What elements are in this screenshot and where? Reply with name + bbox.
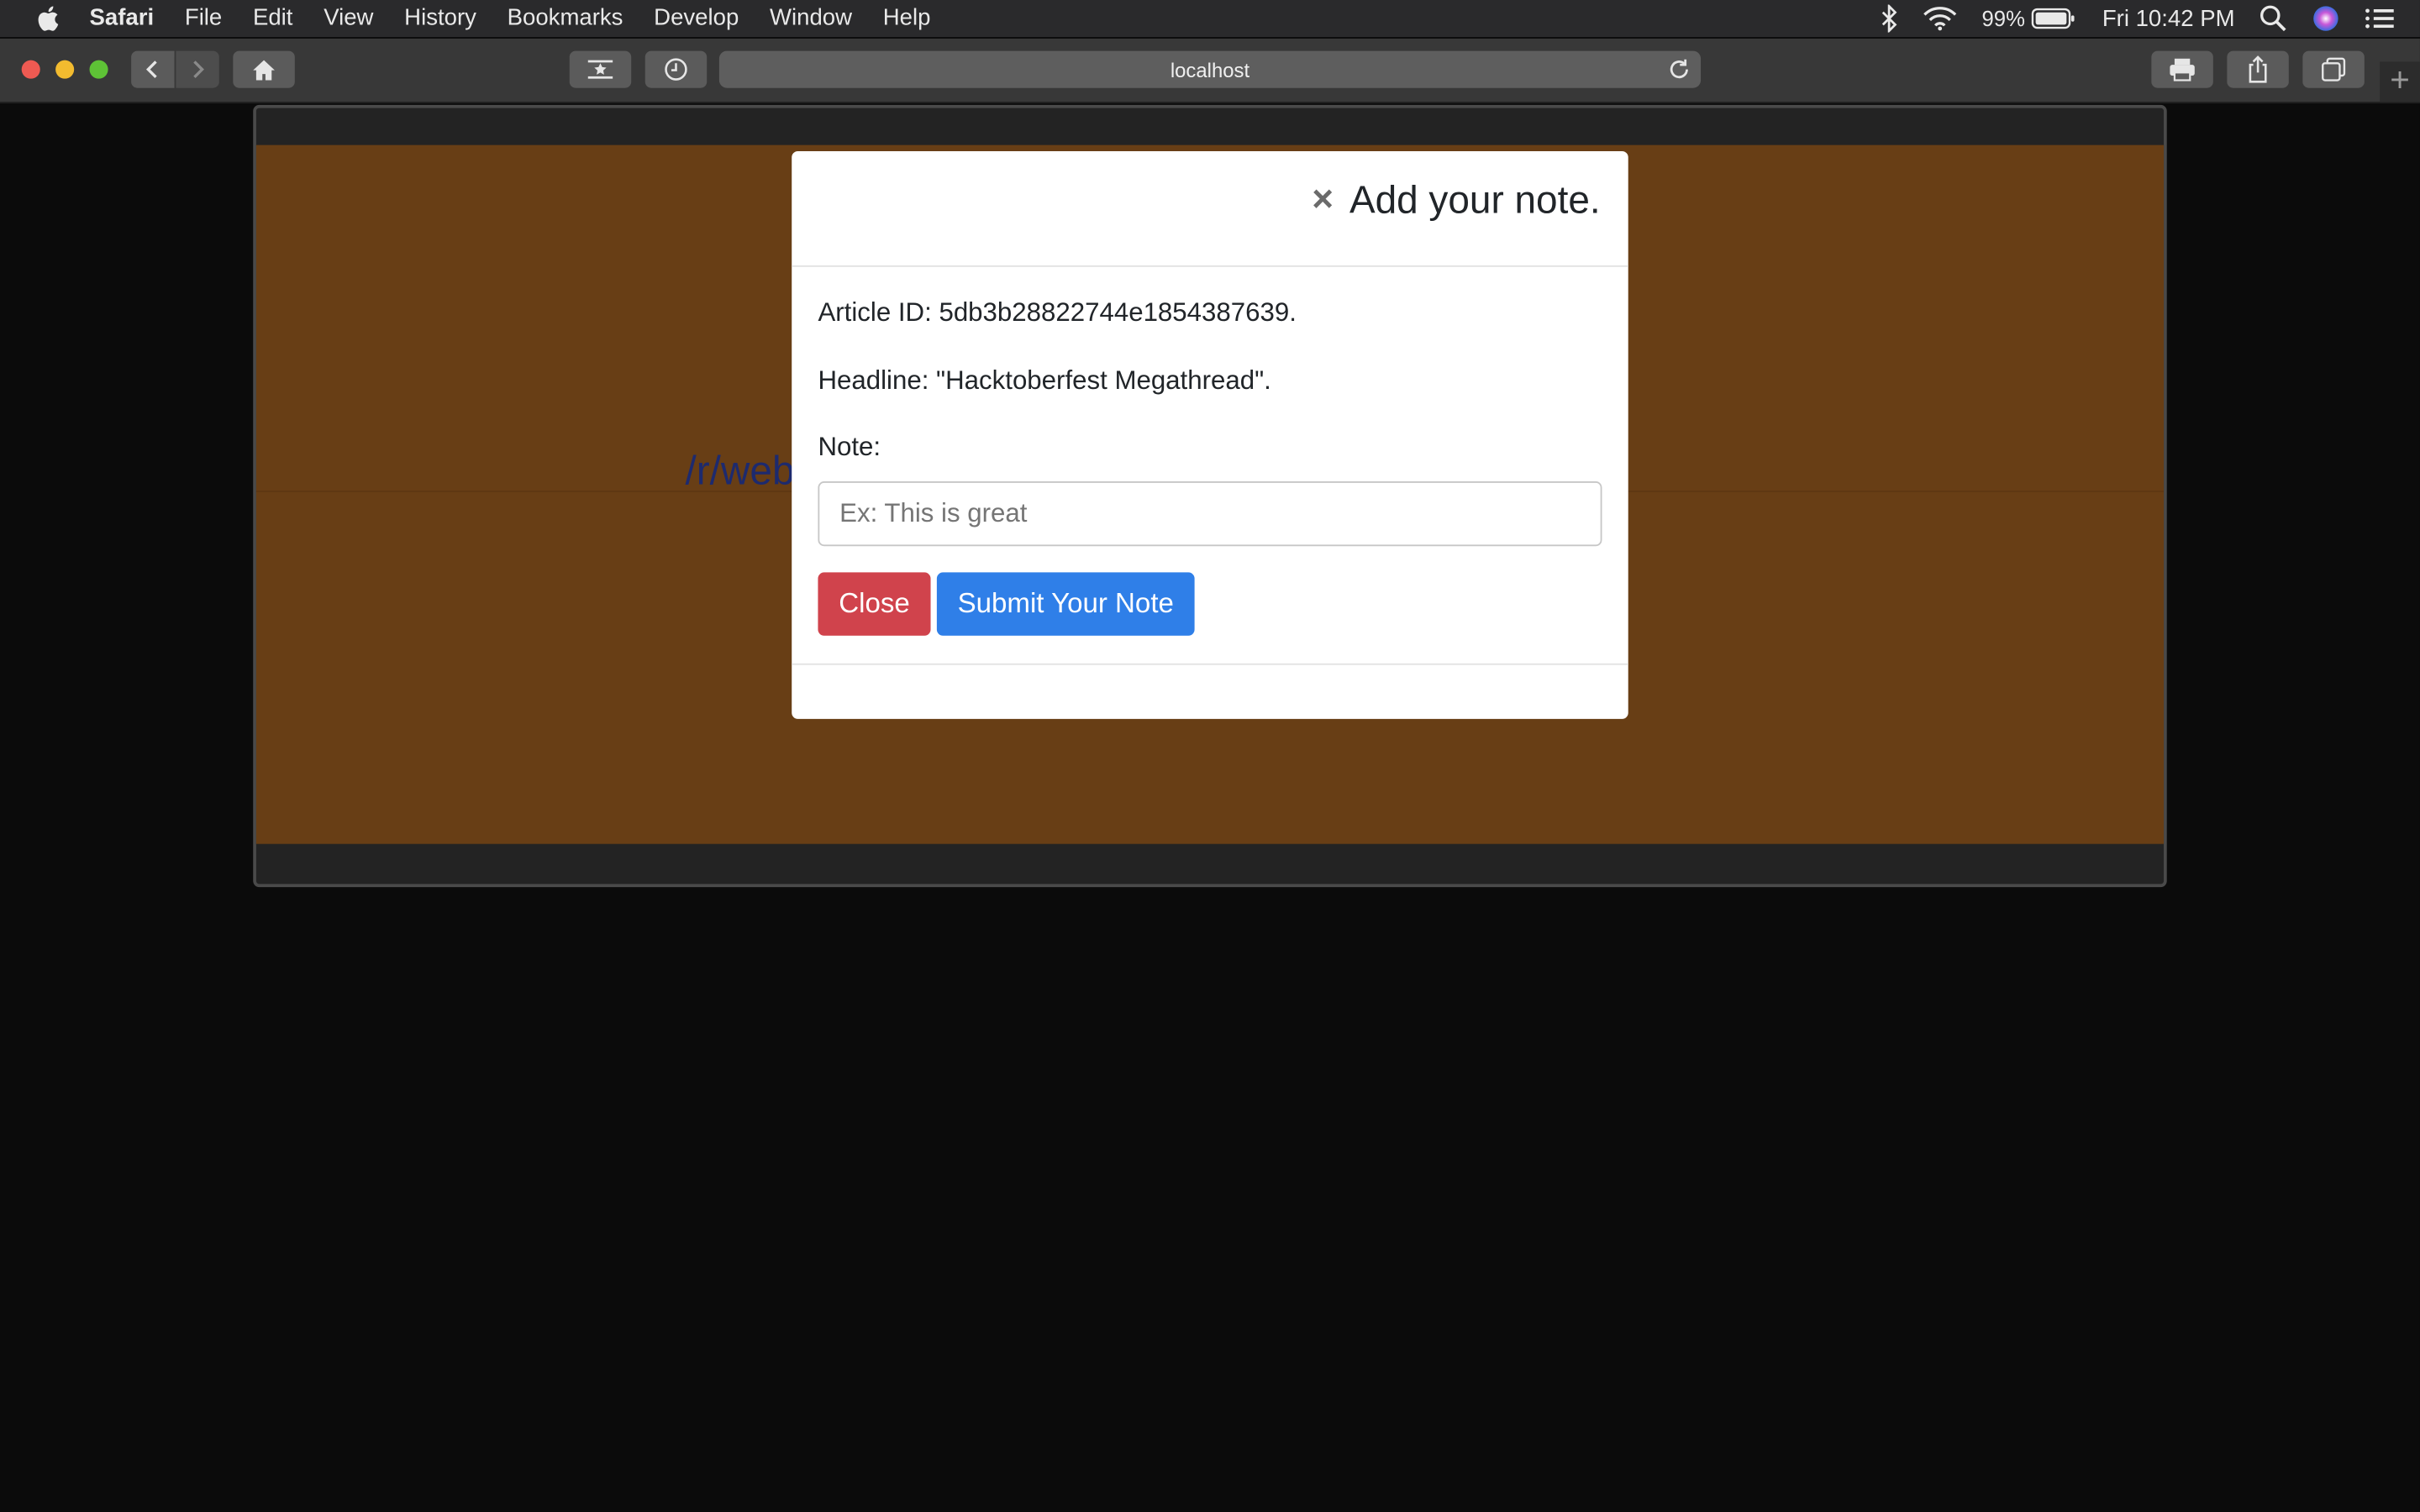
tab-overview-button[interactable] bbox=[2302, 50, 2365, 88]
clock-icon bbox=[665, 58, 687, 81]
back-button[interactable] bbox=[131, 50, 175, 88]
status-area: 99% Fri 10:42 PM bbox=[1880, 0, 2420, 37]
article-id-text: Article ID: 5db3b28822744e1854387639. bbox=[818, 297, 1297, 328]
menu-view[interactable]: View bbox=[324, 0, 373, 37]
share-icon bbox=[2249, 55, 2267, 83]
show-sidebar-button[interactable] bbox=[569, 50, 632, 88]
siri-icon[interactable] bbox=[2312, 5, 2339, 33]
modal-header: × Add your note. bbox=[792, 151, 1628, 267]
printer-icon bbox=[2170, 58, 2195, 81]
address-bar[interactable]: localhost bbox=[718, 50, 1702, 88]
battery-percent: 99% bbox=[1981, 6, 2025, 31]
notification-center-icon[interactable] bbox=[2365, 6, 2396, 30]
menu-help[interactable]: Help bbox=[883, 0, 931, 37]
home-icon bbox=[253, 59, 275, 80]
web-content: /r/webdev: Hacktoberfest Megathread/ × A… bbox=[0, 104, 2420, 1512]
chevron-left-icon bbox=[145, 60, 157, 79]
spotlight-search-icon[interactable] bbox=[2260, 5, 2287, 33]
home-button[interactable] bbox=[233, 50, 295, 88]
menu-history[interactable]: History bbox=[404, 0, 476, 37]
clock[interactable]: Fri 10:42 PM bbox=[2102, 5, 2235, 31]
submit-note-button[interactable]: Submit Your Note bbox=[936, 572, 1195, 636]
apple-icon[interactable] bbox=[34, 3, 65, 34]
share-button[interactable] bbox=[2227, 50, 2289, 88]
print-button[interactable] bbox=[2151, 50, 2213, 88]
bookmarks-sidebar-icon bbox=[587, 60, 613, 79]
bluetooth-icon[interactable] bbox=[1880, 4, 1898, 33]
menu-develop[interactable]: Develop bbox=[654, 0, 739, 37]
modal-footer-divider bbox=[792, 663, 1628, 665]
battery-icon[interactable] bbox=[2031, 8, 2077, 29]
add-note-modal: × Add your note. Article ID: 5db3b288227… bbox=[792, 150, 1628, 719]
tabs-icon bbox=[2322, 57, 2346, 81]
history-button[interactable] bbox=[644, 50, 708, 88]
note-input[interactable] bbox=[818, 481, 1602, 547]
reload-icon[interactable] bbox=[1667, 57, 1691, 81]
new-tab-button[interactable]: + bbox=[2380, 61, 2420, 102]
browser-toolbar: localhost bbox=[0, 38, 2420, 104]
menu-bookmarks[interactable]: Bookmarks bbox=[508, 0, 623, 37]
modal-close-icon[interactable]: × bbox=[1312, 181, 1336, 219]
menu-edit[interactable]: Edit bbox=[253, 0, 292, 37]
chevron-right-icon bbox=[193, 60, 204, 79]
wifi-icon[interactable] bbox=[1923, 6, 1957, 31]
fullscreen-window-button[interactable] bbox=[89, 60, 108, 79]
url-text: localhost bbox=[1170, 57, 1250, 81]
forward-button[interactable] bbox=[176, 50, 219, 88]
screen: Safari File Edit View History Bookmarks … bbox=[0, 0, 2420, 1512]
minimize-window-button[interactable] bbox=[55, 60, 75, 79]
note-label: Note: bbox=[818, 432, 881, 462]
menu-file[interactable]: File bbox=[185, 0, 222, 37]
modal-title: Add your note. bbox=[1349, 179, 1601, 223]
close-button[interactable]: Close bbox=[818, 572, 931, 636]
menu-window[interactable]: Window bbox=[770, 0, 852, 37]
menu-safari[interactable]: Safari bbox=[90, 0, 155, 37]
close-window-button[interactable] bbox=[21, 60, 40, 79]
menu-bar: Safari File Edit View History Bookmarks … bbox=[0, 0, 2420, 38]
headline-text: Headline: "Hacktoberfest Megathread". bbox=[818, 365, 1271, 396]
